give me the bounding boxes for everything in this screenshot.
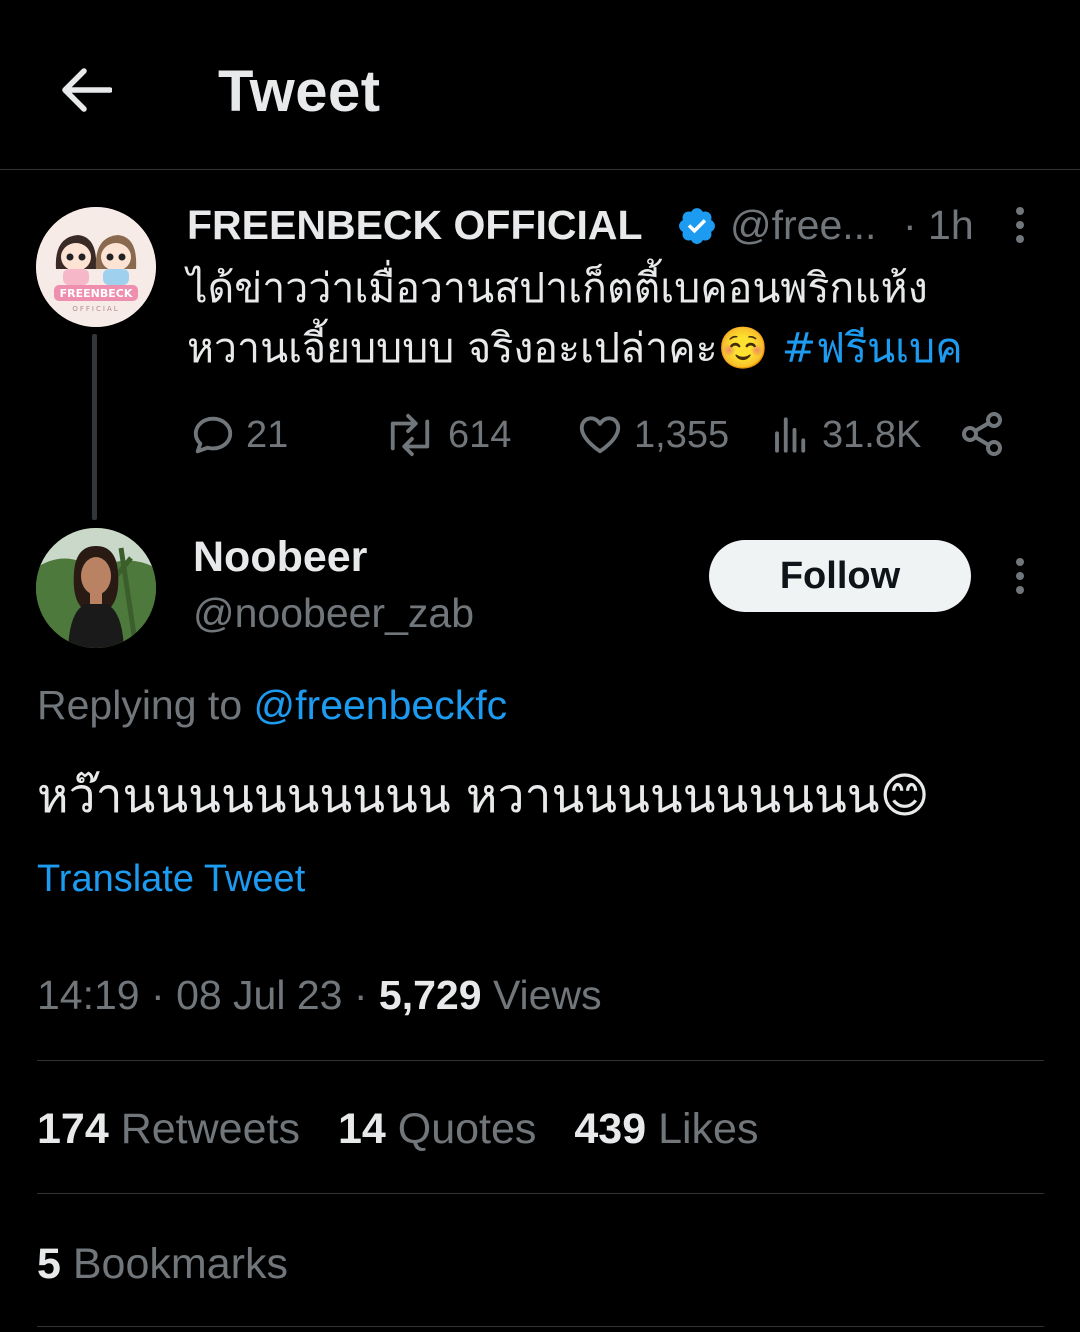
quotes-stat-label: Quotes bbox=[397, 1105, 537, 1153]
quoted-tweet-time[interactable]: · 1h bbox=[903, 202, 974, 249]
retweet-action[interactable]: 614 bbox=[382, 412, 511, 458]
views-action[interactable]: 31.8K bbox=[770, 412, 921, 458]
avatar-illustration: FREENBECK OFFICIAL bbox=[36, 207, 156, 327]
back-button[interactable] bbox=[58, 62, 114, 118]
share-action[interactable] bbox=[958, 410, 1006, 458]
more-dot-icon bbox=[1016, 586, 1024, 594]
top-bar: Tweet bbox=[0, 0, 1080, 170]
views-count: 31.8K bbox=[822, 413, 922, 456]
tweet-time[interactable]: 14:19 bbox=[37, 972, 140, 1018]
follow-button[interactable]: Follow bbox=[709, 540, 971, 612]
like-count: 1,355 bbox=[634, 413, 730, 456]
noobeer-avatar[interactable] bbox=[36, 528, 156, 648]
engagement-stats-row: 174 Retweets 14 Quotes 439 Likes bbox=[37, 1105, 758, 1154]
divider bbox=[37, 1193, 1044, 1194]
retweet-count: 614 bbox=[448, 413, 512, 456]
hashtag-link[interactable]: #ฟรีนเบค bbox=[782, 324, 963, 372]
reply-tweet-text: หว๊านนนนนนนนนน หวานนนนนนนนนน😊 bbox=[37, 768, 930, 824]
quotes-stat[interactable]: 14 Quotes bbox=[338, 1105, 536, 1154]
retweets-stat[interactable]: 174 Retweets bbox=[37, 1105, 300, 1154]
reply-count: 21 bbox=[246, 413, 289, 456]
share-icon bbox=[962, 412, 1002, 456]
retweet-icon bbox=[390, 413, 430, 457]
quoted-tweet-text: ได้ข่าวว่าเมื่อวานสปาเก็ตตี้เบคอนพริกแห้… bbox=[187, 258, 1027, 378]
translate-tweet-link[interactable]: Translate Tweet bbox=[37, 858, 305, 901]
back-arrow-icon bbox=[62, 68, 112, 112]
tweet-views-count: 5,729 bbox=[378, 972, 482, 1018]
thread-connector-line bbox=[92, 334, 97, 520]
more-dot-icon bbox=[1016, 235, 1024, 243]
more-dot-icon bbox=[1016, 221, 1024, 229]
likes-stat-label: Likes bbox=[658, 1105, 759, 1153]
quotes-stat-count: 14 bbox=[337, 1105, 386, 1153]
like-action[interactable]: 1,355 bbox=[576, 412, 729, 458]
likes-stat-count: 439 bbox=[574, 1105, 647, 1153]
tweet-meta-line: 14:19 · 08 Jul 23 · 5,729 Views bbox=[37, 972, 602, 1018]
more-dot-icon bbox=[1016, 207, 1024, 215]
quoted-more-options-button[interactable] bbox=[1005, 195, 1035, 255]
heart-icon bbox=[579, 416, 621, 454]
avatar-logo-text: FREENBECK bbox=[60, 287, 133, 300]
likes-stat[interactable]: 439 Likes bbox=[574, 1105, 758, 1154]
reply-more-options-button[interactable] bbox=[1005, 546, 1035, 606]
reply-author-handle[interactable]: @noobeer_zab bbox=[193, 590, 474, 637]
page-title: Tweet bbox=[218, 59, 381, 124]
reply-icon bbox=[193, 416, 233, 454]
more-dot-icon bbox=[1016, 558, 1024, 566]
bookmarks-stat-label: Bookmarks bbox=[72, 1240, 288, 1288]
replying-to-label: Replying to bbox=[37, 682, 243, 728]
retweets-stat-count: 174 bbox=[37, 1105, 109, 1153]
reply-author-name[interactable]: Noobeer bbox=[193, 533, 367, 582]
tweet-views-label: Views bbox=[492, 972, 602, 1018]
quoted-author-name[interactable]: FREENBECK OFFICIAL bbox=[187, 202, 643, 249]
replying-to-line: Replying to @freenbeckfc bbox=[37, 682, 507, 729]
retweets-stat-label: Retweets bbox=[120, 1105, 300, 1153]
verified-badge-icon bbox=[679, 208, 715, 244]
freenbeck-avatar[interactable]: FREENBECK OFFICIAL bbox=[36, 207, 156, 327]
quoted-author-handle[interactable]: @free... bbox=[730, 202, 876, 249]
tweet-date[interactable]: 08 Jul 23 bbox=[176, 972, 342, 1018]
bookmarks-stat-count: 5 bbox=[37, 1240, 61, 1288]
divider bbox=[37, 1060, 1044, 1061]
bookmarks-stat[interactable]: 5 Bookmarks bbox=[37, 1240, 288, 1289]
more-dot-icon bbox=[1016, 572, 1024, 580]
divider bbox=[37, 1326, 1044, 1327]
views-chart-icon bbox=[775, 417, 806, 453]
reply-action[interactable]: 21 bbox=[190, 412, 288, 458]
avatar-logo-subtext: OFFICIAL bbox=[72, 305, 119, 313]
avatar-photo bbox=[36, 528, 156, 648]
replying-to-handle-link[interactable]: @freenbeckfc bbox=[254, 682, 508, 728]
